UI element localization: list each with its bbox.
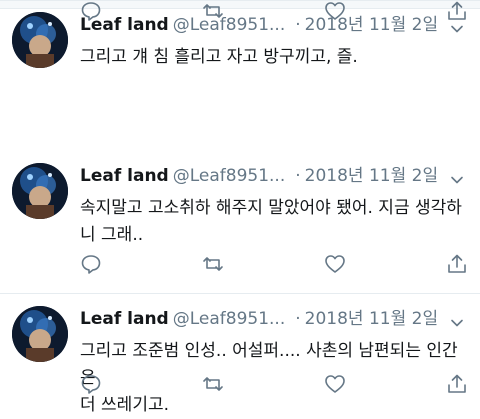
tweet-actions	[80, 373, 472, 397]
separator: ·	[295, 166, 301, 186]
share-icon[interactable]	[446, 0, 470, 24]
display-name[interactable]: Leaf land	[80, 166, 169, 186]
retweet-icon[interactable]	[202, 373, 226, 397]
heart-icon[interactable]	[324, 373, 348, 397]
chevron-down-icon[interactable]	[450, 169, 464, 184]
retweet-icon[interactable]	[202, 0, 226, 24]
avatar[interactable]	[12, 163, 68, 219]
tweet[interactable]: Leaf land @Leaf8951... · 2018년 11월 2일 속지말고 …	[0, 151, 480, 294]
tweet-actions	[80, 253, 472, 277]
timestamp[interactable]: 2018년 11월 2일	[305, 166, 438, 186]
tweet-feed: Leaf land @Leaf8951... · 2018년 11월 2일 속지말고 …	[0, 0, 480, 415]
timestamp[interactable]: 2018년 11월 2일	[305, 309, 438, 329]
tweet-text: 그리고 걔 침 흘리고 자고 방구끼고, 즐.	[80, 47, 358, 67]
username[interactable]: @Leaf8951...	[173, 309, 286, 329]
tweet-header: Leaf land @Leaf8951... · 2018년 11월 2일	[80, 163, 472, 189]
username[interactable]: @Leaf8951...	[173, 166, 286, 186]
tweet[interactable]: Leaf land @Leaf8951... · 2018년 11월 2일 그리고 조…	[0, 294, 480, 415]
avatar[interactable]	[12, 12, 68, 68]
reply-icon[interactable]	[80, 373, 104, 397]
tweet[interactable]: Leaf land @Leaf8951... · 2018년 11월 2일 그리고 걔…	[0, 0, 480, 68]
share-icon[interactable]	[446, 253, 470, 277]
heart-icon[interactable]	[324, 253, 348, 277]
share-icon[interactable]	[446, 373, 470, 397]
heart-icon[interactable]	[324, 0, 348, 24]
avatar[interactable]	[12, 306, 68, 362]
tweet-actions	[80, 0, 472, 24]
reply-icon[interactable]	[80, 0, 104, 24]
tweet-text: 속지말고 고소취하 해주지 말았어야 됐어. 지금 생각하 니 그래..	[80, 198, 462, 245]
reply-icon[interactable]	[80, 253, 104, 277]
separator: ·	[295, 309, 301, 329]
retweet-icon[interactable]	[202, 253, 226, 277]
tweet-header: Leaf land @Leaf8951... · 2018년 11월 2일	[80, 306, 472, 332]
display-name[interactable]: Leaf land	[80, 309, 169, 329]
chevron-down-icon[interactable]	[450, 312, 464, 327]
